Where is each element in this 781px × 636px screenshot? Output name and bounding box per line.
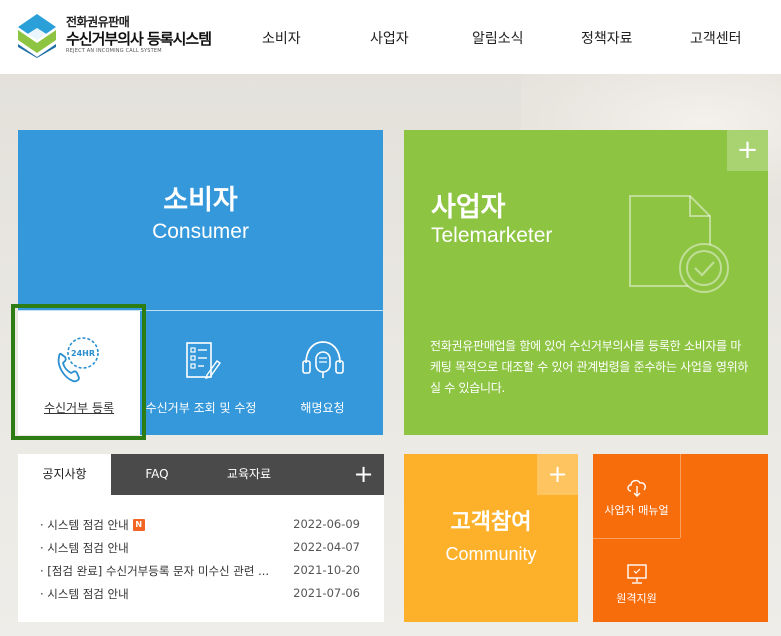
notice-date: 2022-04-07 bbox=[293, 540, 360, 554]
community-title: 고객참여 bbox=[450, 510, 532, 535]
divider bbox=[680, 454, 681, 538]
business-tile[interactable]: + 사업자 Telemarketer 전화권유판매업을 함에 있어 수신거부의사… bbox=[404, 130, 768, 435]
consumer-subtitle: Consumer bbox=[152, 220, 249, 243]
checklist-icon bbox=[186, 342, 221, 379]
logo-title: 수신거부의사 등록시스템 bbox=[66, 30, 212, 48]
business-manual-label: 사업자 매뉴얼 bbox=[604, 504, 669, 517]
consumer-title: 소비자 bbox=[163, 185, 238, 216]
community-more-button[interactable]: + bbox=[537, 454, 578, 495]
notice-date: 2021-07-06 bbox=[293, 586, 360, 600]
remote-support-label: 원격지원 bbox=[616, 592, 657, 605]
nav-policy[interactable]: 정책자료 bbox=[581, 28, 633, 48]
site-logo[interactable]: 전화권유판매 수신거부의사 등록시스템 REJECT AN INCOMING C… bbox=[18, 12, 218, 62]
manual-tile: 사업자 매뉴얼 원격지원 bbox=[593, 454, 768, 622]
business-description: 전화권유판매업을 함에 있어 수신거부의사를 등록한 소비자를 마케팅 목적으로… bbox=[430, 339, 749, 395]
business-more-button[interactable]: + bbox=[727, 130, 768, 171]
nav-news[interactable]: 알림소식 bbox=[472, 28, 524, 48]
community-subtitle: Community bbox=[445, 544, 537, 564]
main-nav: 소비자 사업자 알림소식 정책자료 고객센터 bbox=[228, 0, 781, 74]
notice-more-button[interactable]: + bbox=[343, 454, 384, 495]
business-manual-button[interactable]: 사업자 매뉴얼 bbox=[593, 454, 680, 538]
remote-support-button[interactable]: 원격지원 bbox=[593, 538, 680, 622]
new-badge: N bbox=[132, 519, 145, 531]
business-subtitle: Telemarketer bbox=[431, 224, 553, 247]
notice-box: 공지사항 FAQ 교육자료 + · 시스템 점검 안내 N 2022-06-09 … bbox=[18, 454, 384, 622]
logo-english: REJECT AN INCOMING CALL SYSTEM bbox=[66, 48, 162, 54]
clarification-request-label: 해명요청 bbox=[300, 401, 345, 415]
notice-tabbar: 공지사항 FAQ 교육자료 + bbox=[18, 454, 384, 495]
notice-item[interactable]: · 시스템 점검 안내 2022-04-07 bbox=[40, 540, 360, 563]
nav-business[interactable]: 사업자 bbox=[370, 28, 409, 48]
notice-list: · 시스템 점검 안내 N 2022-06-09 · 시스템 점검 안내 2022… bbox=[40, 517, 360, 609]
inquire-modify-button[interactable]: 수신거부 조회 및 수정 bbox=[140, 311, 262, 435]
notice-date: 2021-10-20 bbox=[293, 563, 360, 577]
logo-diamond-icon bbox=[18, 14, 56, 58]
cloud-download-icon bbox=[626, 479, 646, 497]
register-highlight-frame bbox=[11, 304, 146, 440]
clarification-request-button[interactable]: 해명요청 bbox=[262, 311, 383, 435]
header: 전화권유판매 수신거부의사 등록시스템 REJECT AN INCOMING C… bbox=[0, 0, 781, 74]
tab-faq[interactable]: FAQ bbox=[111, 454, 203, 495]
community-tile[interactable]: + 고객참여 Community bbox=[404, 454, 578, 622]
nav-support[interactable]: 고객센터 bbox=[690, 28, 742, 48]
inquire-modify-label: 수신거부 조회 및 수정 bbox=[145, 401, 257, 415]
tab-education[interactable]: 교육자료 bbox=[203, 454, 295, 495]
monitor-icon bbox=[626, 564, 647, 584]
business-title: 사업자 bbox=[431, 192, 506, 223]
nav-consumer[interactable]: 소비자 bbox=[262, 28, 301, 48]
notice-title: · 시스템 점검 안내 bbox=[40, 518, 129, 532]
document-check-icon bbox=[629, 195, 729, 293]
notice-item[interactable]: · 시스템 점검 안내 N 2022-06-09 bbox=[40, 517, 360, 540]
notice-date: 2022-06-09 bbox=[293, 517, 360, 531]
notice-item[interactable]: · 시스템 점검 안내 2021-07-06 bbox=[40, 586, 360, 609]
tab-notice[interactable]: 공지사항 bbox=[18, 454, 111, 495]
notice-item[interactable]: · [점검 완료] 수신거부등록 문자 미수신 관련 ... 2021-10-2… bbox=[40, 563, 360, 586]
notice-title: · 시스템 점검 안내 bbox=[40, 587, 129, 601]
notice-title: · [점검 완료] 수신거부등록 문자 미수신 관련 ... bbox=[40, 564, 270, 578]
headset-icon bbox=[301, 341, 344, 378]
notice-title: · 시스템 점검 안내 bbox=[40, 541, 129, 555]
